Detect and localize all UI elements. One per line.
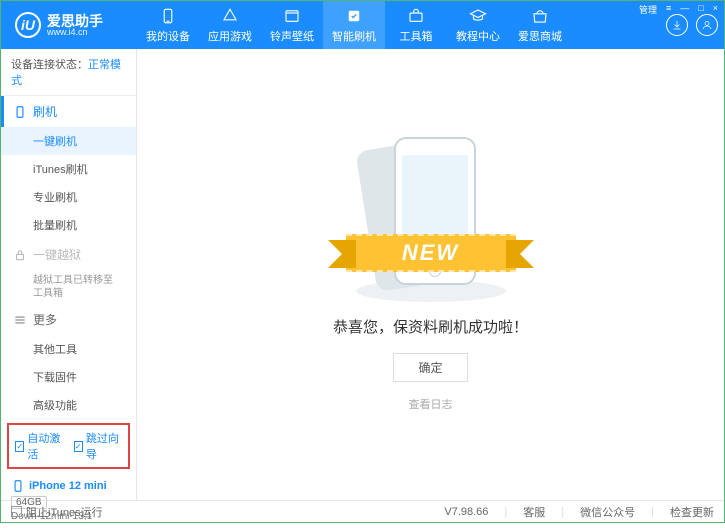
- ribbon-new: NEW: [346, 234, 516, 272]
- apps-icon: [221, 7, 239, 25]
- sidebar-item-itunes[interactable]: iTunes刷机: [1, 155, 136, 183]
- manage-btn[interactable]: 管理: [639, 3, 657, 16]
- section-title: 更多: [33, 311, 57, 328]
- store-icon: [531, 7, 549, 25]
- window-controls: 管理 ≡ — □ ×: [639, 3, 718, 16]
- success-illustration: NEW: [346, 137, 516, 302]
- sidebar-item-advanced[interactable]: 高级功能: [1, 391, 136, 419]
- flash-icon: [345, 7, 363, 25]
- nav-store[interactable]: 爱思商城: [509, 1, 571, 49]
- section-title: 一键越狱: [33, 246, 81, 263]
- nav-label: 教程中心: [456, 28, 500, 44]
- check-update-link[interactable]: 检查更新: [670, 504, 714, 520]
- device-icon: [11, 479, 25, 493]
- download-button[interactable]: [666, 14, 688, 36]
- sidebar-section-jailbreak: 一键越狱: [1, 239, 136, 270]
- lock-icon: [13, 248, 27, 262]
- app-url: www.i4.cn: [47, 28, 103, 37]
- block-itunes-checkbox[interactable]: [11, 506, 22, 517]
- logo: iU 爱思助手 www.i4.cn: [1, 12, 137, 38]
- sidebar-item-pro[interactable]: 专业刷机: [1, 183, 136, 211]
- sidebar-item-oneclick[interactable]: 一键刷机: [1, 127, 136, 155]
- device-icon: [13, 105, 27, 119]
- block-itunes-label: 阻止iTunes运行: [26, 504, 103, 520]
- nav-toolbox[interactable]: 工具箱: [385, 1, 447, 49]
- sidebar-item-batch[interactable]: 批量刷机: [1, 211, 136, 239]
- nav-label: 工具箱: [400, 28, 433, 44]
- main-content: NEW 恭喜您，保资料刷机成功啦！ 确定 查看日志: [137, 49, 724, 500]
- nav-label: 智能刷机: [332, 28, 376, 44]
- user-button[interactable]: [696, 14, 718, 36]
- nav-flash[interactable]: 智能刷机: [323, 1, 385, 49]
- nav-label: 爱思商城: [518, 28, 562, 44]
- jailbreak-note: 越狱工具已转移至 工具箱: [1, 270, 136, 304]
- top-nav: 我的设备 应用游戏 铃声壁纸 智能刷机 工具箱 教程中心 爱思商城: [137, 1, 660, 49]
- titlebar: iU 爱思助手 www.i4.cn 我的设备 应用游戏 铃声壁纸 智能刷机 工具…: [1, 1, 724, 49]
- auto-activate-checkbox[interactable]: ✓自动激活: [15, 430, 64, 462]
- view-log-link[interactable]: 查看日志: [409, 396, 453, 412]
- ok-button[interactable]: 确定: [393, 353, 467, 382]
- minimize-btn[interactable]: —: [680, 3, 689, 16]
- connection-status: 设备连接状态：正常模式: [1, 49, 136, 96]
- maximize-btn[interactable]: □: [698, 3, 703, 16]
- section-title: 刷机: [33, 103, 57, 120]
- nav-apps[interactable]: 应用游戏: [199, 1, 261, 49]
- nav-my-device[interactable]: 我的设备: [137, 1, 199, 49]
- device-name-text: iPhone 12 mini: [29, 480, 107, 492]
- nav-label: 我的设备: [146, 28, 190, 44]
- wechat-link[interactable]: 微信公众号: [580, 504, 635, 520]
- nav-ringtone[interactable]: 铃声壁纸: [261, 1, 323, 49]
- app-title: 爱思助手: [47, 14, 103, 28]
- nav-label: 铃声壁纸: [270, 28, 314, 44]
- version-label: V7.98.66: [444, 504, 488, 520]
- skip-guide-checkbox[interactable]: ✓跳过向导: [74, 430, 123, 462]
- tutorial-icon: [469, 7, 487, 25]
- sidebar-section-flash[interactable]: 刷机: [1, 96, 136, 127]
- toolbox-icon: [407, 7, 425, 25]
- nav-tutorial[interactable]: 教程中心: [447, 1, 509, 49]
- sidebar-section-more[interactable]: 更多: [1, 304, 136, 335]
- device-info[interactable]: iPhone 12 mini 64GB Down-12mini-13,1: [1, 473, 136, 528]
- logo-icon: iU: [15, 12, 41, 38]
- nav-label: 应用游戏: [208, 28, 252, 44]
- close-btn[interactable]: ×: [713, 3, 718, 16]
- phone-icon: [159, 7, 177, 25]
- sidebar-item-firmware[interactable]: 下载固件: [1, 363, 136, 391]
- wallpaper-icon: [283, 7, 301, 25]
- more-icon: [13, 313, 27, 327]
- success-message: 恭喜您，保资料刷机成功啦！: [333, 316, 528, 337]
- support-link[interactable]: 客服: [523, 504, 545, 520]
- sidebar-item-other[interactable]: 其他工具: [1, 335, 136, 363]
- menu-btn[interactable]: ≡: [666, 3, 671, 16]
- options-box: ✓自动激活 ✓跳过向导: [7, 423, 130, 469]
- sidebar: 设备连接状态：正常模式 刷机 一键刷机 iTunes刷机 专业刷机 批量刷机 一…: [1, 49, 137, 500]
